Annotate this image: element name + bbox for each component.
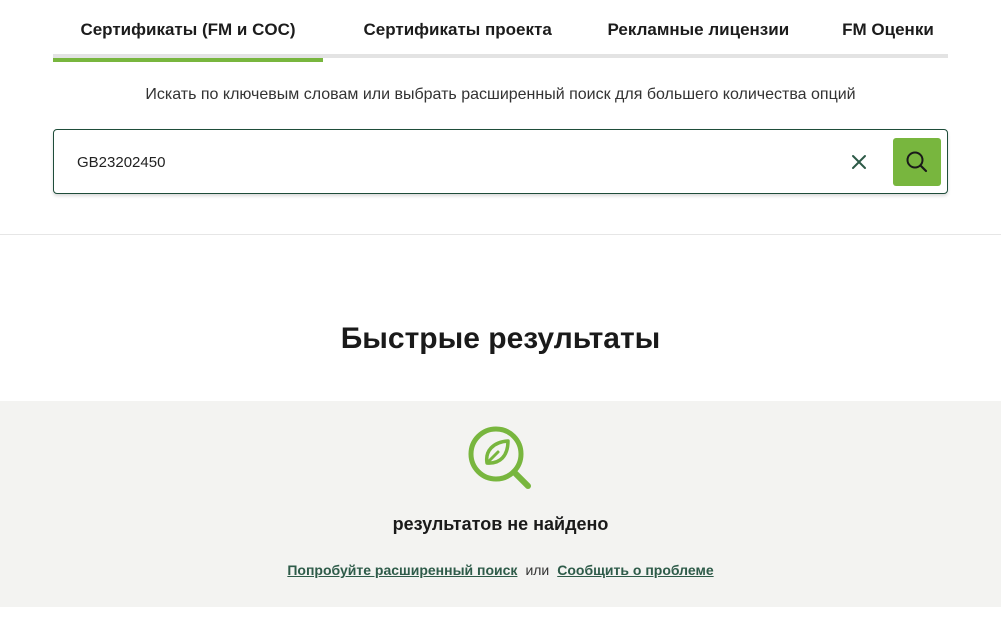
quick-results-title: Быстрые результаты — [340, 322, 661, 355]
section-divider — [0, 234, 1001, 235]
close-icon — [852, 155, 866, 169]
leaf-magnifier-icon — [468, 426, 531, 489]
results-actions: Попробуйте расширенный поиск или Сообщить … — [0, 562, 1001, 578]
quick-results-panel: результатов не найдено Попробуйте расшир… — [0, 401, 1001, 607]
advanced-search-link[interactable]: Попробуйте расширенный поиск — [287, 562, 517, 578]
tab-fm-assessments[interactable]: FM Оценки — [828, 0, 948, 58]
clear-button[interactable] — [847, 150, 871, 174]
no-results-message: результатов не найдено — [392, 514, 609, 534]
search-hint: Искать по ключевым словам или выбрать ра… — [145, 86, 856, 103]
search-icon — [906, 151, 928, 173]
report-problem-link[interactable]: Сообщить о проблеме — [557, 562, 713, 578]
tab-project-certificates[interactable]: Сертификаты проекта — [347, 0, 569, 58]
tab-bar: Сертификаты (FM и COC) Сертификаты проек… — [53, 0, 948, 62]
search-button[interactable] — [893, 138, 941, 186]
or-text: или — [525, 562, 550, 578]
tab-promotional-licenses[interactable]: Рекламные лицензии — [592, 0, 804, 58]
search-box — [53, 129, 948, 194]
search-input[interactable] — [77, 146, 817, 178]
page: Сертификаты (FM и COC) Сертификаты проек… — [0, 0, 1001, 620]
tab-certificates-fm-coc[interactable]: Сертификаты (FM и COC) — [53, 0, 323, 62]
